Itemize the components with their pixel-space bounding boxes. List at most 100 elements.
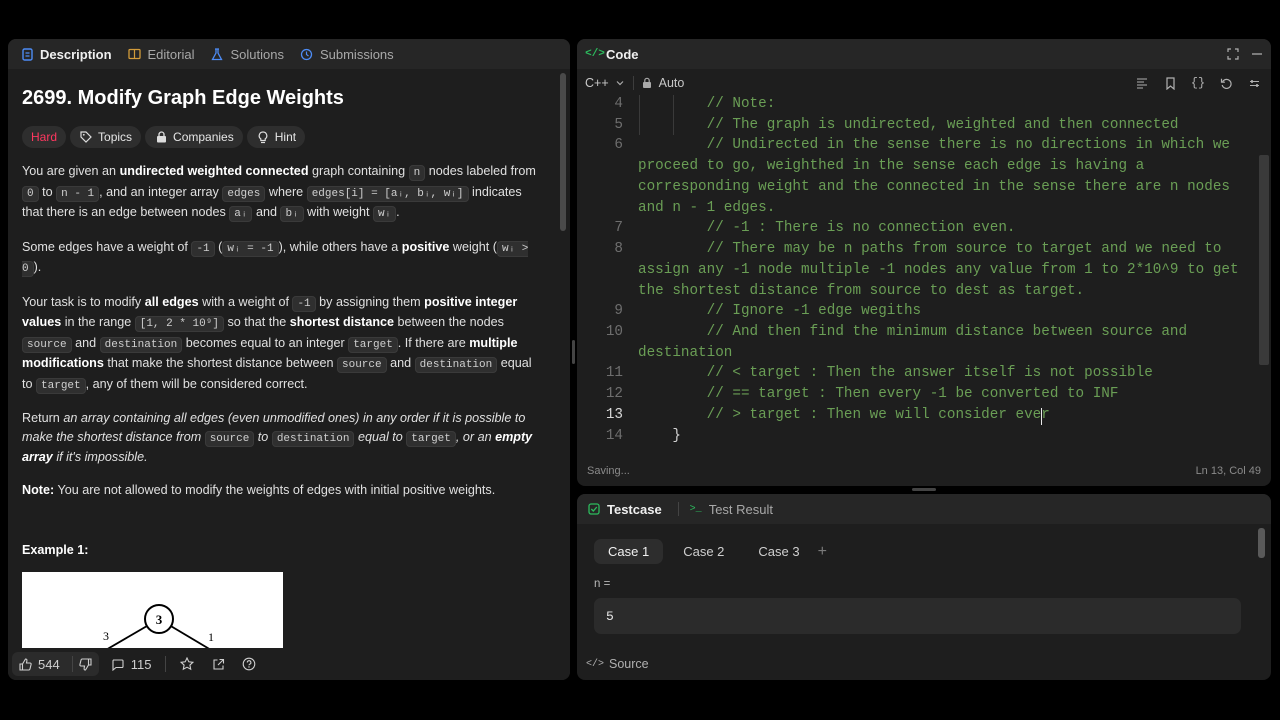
book-icon xyxy=(128,47,142,61)
cursor-position: Ln 13, Col 49 xyxy=(1195,465,1261,477)
bold-text: positive xyxy=(401,239,450,254)
thumbs-down-icon[interactable] xyxy=(79,657,93,671)
document-icon xyxy=(20,47,34,61)
inline-code: n xyxy=(408,165,426,181)
source-toggle[interactable]: </> Source xyxy=(586,657,649,671)
format-icon[interactable] xyxy=(1135,76,1149,90)
companies-button[interactable]: Companies xyxy=(145,126,243,148)
case-tab-2[interactable]: Case 2 xyxy=(669,539,738,564)
hint-button[interactable]: Hint xyxy=(246,126,306,148)
line-number: 8 xyxy=(614,241,623,257)
italic-text: if it's impossible. xyxy=(52,450,148,464)
toolbar-divider xyxy=(632,76,634,90)
likes-count: 544 xyxy=(38,656,60,672)
text: nodes labeled from xyxy=(425,164,536,178)
tab-testcase-label: Testcase xyxy=(607,501,662,517)
reset-icon[interactable] xyxy=(1219,76,1233,90)
case-tab-3[interactable]: Case 3 xyxy=(744,539,813,564)
line-number: 14 xyxy=(605,428,623,444)
footer-divider xyxy=(165,656,167,672)
star-icon[interactable] xyxy=(180,657,195,671)
case-tab-label: Case 2 xyxy=(683,544,725,559)
text: . If there are xyxy=(397,335,470,350)
inline-code: target xyxy=(348,336,398,353)
line-number: 9 xyxy=(614,303,623,319)
topics-button[interactable]: Topics xyxy=(70,126,142,148)
description-scrollbar[interactable] xyxy=(560,73,566,231)
help-icon[interactable] xyxy=(242,657,256,671)
difficulty-label: Hard xyxy=(31,130,58,144)
text: Return xyxy=(22,411,64,425)
case-tab-1[interactable]: Case 1 xyxy=(594,539,664,564)
case-tab-label: Case 1 xyxy=(608,544,650,559)
tag-icon xyxy=(79,130,93,144)
text: that make the shortest distance between xyxy=(103,356,337,370)
hint-label: Hint xyxy=(274,130,297,144)
italic-text: , or an xyxy=(455,429,496,444)
tab-description[interactable]: Description xyxy=(20,47,112,62)
settings-icon[interactable] xyxy=(1247,76,1261,90)
graph-edge-weight: 3 xyxy=(103,629,109,643)
code-statusbar: Saving... Ln 13, Col 49 xyxy=(577,456,1271,486)
language-select[interactable]: C++ xyxy=(585,76,627,90)
add-case-button[interactable]: + xyxy=(818,543,827,561)
text: to xyxy=(38,184,57,199)
line-number: 10 xyxy=(605,324,623,340)
minimize-icon[interactable] xyxy=(1250,47,1264,61)
lock-icon xyxy=(640,76,654,90)
code-comment: // Note: xyxy=(638,96,776,112)
expand-icon[interactable] xyxy=(1226,47,1240,61)
variable-label: n = xyxy=(594,578,611,590)
vertical-splitter[interactable] xyxy=(572,340,575,364)
bookmark-icon[interactable] xyxy=(1163,76,1177,90)
tab-testcase[interactable]: Testcase xyxy=(587,502,662,517)
variable-input[interactable]: 5 xyxy=(594,598,1241,634)
indent-guide xyxy=(673,95,674,135)
code-comment: proceed to go, weighthed in the sense ea… xyxy=(638,158,1145,174)
inline-code: wᵢ = -1 xyxy=(222,240,279,257)
tab-submissions[interactable]: Submissions xyxy=(300,47,394,62)
mode-indicator[interactable]: Auto xyxy=(640,76,684,90)
comments-button[interactable]: 115 xyxy=(111,657,151,672)
lightbulb-icon xyxy=(256,130,270,144)
share-icon[interactable] xyxy=(211,657,225,671)
code-text: } xyxy=(638,428,681,444)
inline-code: n - 1 xyxy=(56,185,100,202)
description-tabbar: Description Editorial Solutions Submissi… xyxy=(8,39,570,69)
inline-code: source xyxy=(204,430,255,447)
line-number: 13 xyxy=(605,407,623,423)
text: You are given an xyxy=(22,164,120,178)
braces-icon[interactable]: {} xyxy=(1191,76,1205,90)
text: between the nodes xyxy=(394,315,504,329)
tab-editorial[interactable]: Editorial xyxy=(128,47,194,62)
inline-code: target xyxy=(36,377,86,394)
checkbox-icon xyxy=(587,502,601,516)
code-editor[interactable]: 4 // Note: 5 // The graph is undirected,… xyxy=(577,95,1271,455)
thumbs-up-icon[interactable] xyxy=(18,657,32,671)
testcase-scrollbar[interactable] xyxy=(1258,528,1265,558)
text-cursor xyxy=(1041,408,1042,425)
variable-value: 5 xyxy=(606,608,614,624)
save-status: Saving... xyxy=(587,465,630,477)
code-scrollbar[interactable] xyxy=(1259,155,1269,365)
text: , and an integer array xyxy=(99,184,223,199)
code-comment: // -1 : There is no connection even. xyxy=(638,220,1016,236)
text: with a weight of xyxy=(198,294,293,309)
code-comment: and n - 1 edges. xyxy=(638,200,776,216)
tab-solutions-label: Solutions xyxy=(230,46,284,62)
line-number: 5 xyxy=(614,117,623,133)
code-comment: // < target : Then the answer itself is … xyxy=(638,365,1153,381)
horizontal-splitter[interactable] xyxy=(912,488,936,491)
tab-test-result[interactable]: >_ Test Result xyxy=(689,502,773,517)
tab-solutions[interactable]: Solutions xyxy=(210,46,284,62)
description-footer: 544 115 xyxy=(8,648,570,680)
tab-submissions-label: Submissions xyxy=(319,46,394,62)
line-number: 11 xyxy=(605,365,623,381)
inline-code: source xyxy=(22,336,72,353)
code-comment: // There may be n paths from source to t… xyxy=(638,241,1222,257)
text: . xyxy=(396,205,400,219)
line-number: 6 xyxy=(614,137,623,153)
description-panel: Description Editorial Solutions Submissi… xyxy=(8,39,570,680)
description-paragraph-2: Some edges have a weight of -1 (wᵢ = -1)… xyxy=(22,238,542,279)
text: in the range xyxy=(61,315,135,329)
